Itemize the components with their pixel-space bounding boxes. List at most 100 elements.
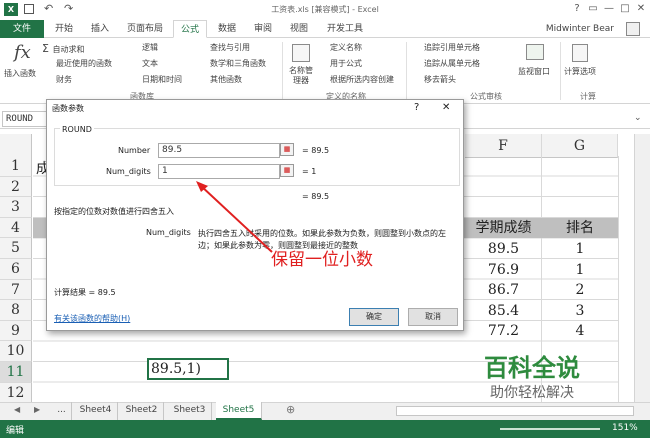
cell-f4[interactable]: 学期成绩 [465,218,542,238]
row-header[interactable]: 3 [0,197,32,218]
calc-options-button[interactable]: 计算选项 [564,66,596,77]
vertical-scrollbar[interactable] [634,134,650,402]
zoom-level[interactable]: 151% [612,423,638,433]
financial-button[interactable]: 财务 [56,74,72,85]
dialog-help-button[interactable]: ? [414,102,419,113]
user-name[interactable]: Midwinter Bear [546,20,614,38]
create-from-selection-button[interactable]: 根据所选内容创建 [330,74,394,85]
ribbon-display-button[interactable]: ▭ [586,3,600,15]
tab-home[interactable]: 开始 [48,20,80,38]
scroll-right-icon[interactable]: ▶ [34,405,40,414]
arg2-result: = 1 [302,167,317,176]
arg1-result: = 89.5 [302,146,330,155]
tab-data[interactable]: 数据 [211,20,243,38]
row-header[interactable]: 5 [0,238,32,259]
sheet-tab-sheet3[interactable]: Sheet3 [168,402,212,420]
cell-f5[interactable]: 89.5 [465,239,542,259]
calc-result: 计算结果 = 89.5 [54,288,116,297]
help-button[interactable]: ? [570,3,584,15]
watch-window-button[interactable]: 监视窗口 [518,66,550,77]
tab-page-layout[interactable]: 页面布局 [120,20,170,38]
insert-function-button[interactable]: 插入函数 [4,68,36,79]
function-name: ROUND [60,125,94,134]
maximize-button[interactable]: □ [618,3,632,15]
more-functions-button[interactable]: 其他函数 [210,74,242,85]
tab-developer[interactable]: 开发工具 [320,20,370,38]
autosum-button[interactable]: Σ 自动求和 [42,42,84,55]
row-header[interactable]: 9 [0,320,32,342]
zoom-slider[interactable] [500,428,600,430]
cell-f8[interactable]: 85.4 [465,301,542,321]
math-trig-button[interactable]: 数学和三角函数 [210,58,266,69]
text-button[interactable]: 文本 [142,58,158,69]
tab-review[interactable]: 审阅 [247,20,279,38]
row-header[interactable]: 6 [0,259,32,280]
ok-button[interactable]: 确定 [349,308,399,326]
cell-g5[interactable]: 1 [542,239,618,259]
row-header[interactable]: 12 [0,382,32,404]
recent-functions-button[interactable]: 最近使用的函数 [56,58,112,69]
row-header[interactable]: 11 [0,362,32,383]
tab-view[interactable]: 视图 [283,20,315,38]
add-sheet-icon[interactable]: ⊕ [286,403,295,416]
cell-g6[interactable]: 1 [542,260,618,280]
row-header[interactable]: 1 [0,156,32,177]
lookup-button[interactable]: 查找与引用 [210,42,250,53]
row-header[interactable]: 4 [0,217,32,239]
ribbon [0,38,650,104]
define-name-button[interactable]: 定义名称 [330,42,362,53]
fx-icon[interactable]: fx [14,42,31,63]
help-link[interactable]: 有关该函数的帮助(H) [54,313,130,324]
autosum-label: 自动求和 [52,45,85,54]
cell-g4[interactable]: 排名 [542,218,618,238]
use-in-formula-button[interactable]: 用于公式 [330,58,362,69]
annotation-text: 保留一位小数 [271,250,373,270]
group-label-calc: 计算 [580,92,596,101]
trace-precedents-button[interactable]: 追踪引用单元格 [424,42,480,53]
column-header-g[interactable]: G [542,134,618,158]
close-button[interactable]: ✕ [634,3,648,15]
row-header[interactable]: 7 [0,279,32,301]
cell-g9[interactable]: 4 [542,321,618,341]
minimize-button[interactable]: — [602,3,616,15]
logical-button[interactable]: 逻辑 [142,42,158,53]
cell-f6[interactable]: 76.9 [465,260,542,280]
horizontal-scrollbar[interactable] [396,406,634,416]
select-all-corner[interactable] [0,134,32,158]
sheet-tab-sheet5[interactable]: Sheet5 [216,402,262,420]
cell-g8[interactable]: 3 [542,301,618,321]
range-select-icon[interactable]: ▦ [280,143,294,156]
column-header-f[interactable]: F [465,134,542,158]
cell-g7[interactable]: 2 [542,280,618,300]
remove-arrows-button[interactable]: 移去箭头 [424,74,456,85]
range-select-icon[interactable]: ▦ [280,164,294,177]
tab-insert[interactable]: 插入 [84,20,116,38]
sheet-tab-more[interactable]: ... [52,402,72,420]
num-digits-input[interactable]: 1 [158,164,280,179]
dialog-close-icon[interactable]: ✕ [442,102,450,113]
sheet-tab-sheet2[interactable]: Sheet2 [120,402,164,420]
avatar[interactable] [626,22,640,36]
scroll-left-icon[interactable]: ◀ [14,405,20,414]
calc-options-icon[interactable] [572,44,588,62]
active-edit-cell[interactable]: 89.5,1) [147,358,229,380]
tab-formulas[interactable]: 公式 [173,20,207,38]
name-manager-icon[interactable] [292,44,310,62]
tab-file[interactable]: 文件 [0,20,44,38]
cancel-button[interactable]: 取消 [408,308,458,326]
row-header[interactable]: 10 [0,341,32,362]
total-result: = 89.5 [302,192,330,201]
formula-bar-expand-icon[interactable]: ⌄ [634,113,642,123]
watch-window-icon[interactable] [526,44,544,60]
name-manager-button[interactable]: 名称管理器 [286,66,316,86]
status-mode: 编辑 [6,426,25,436]
number-input[interactable]: 89.5 [158,143,280,158]
cell-f7[interactable]: 86.7 [465,280,542,300]
watermark-logo: 百科全说 [484,354,580,382]
datetime-button[interactable]: 日期和时间 [142,74,182,85]
cell-f9[interactable]: 77.2 [465,321,542,341]
row-header[interactable]: 2 [0,176,32,198]
sheet-tab-sheet4[interactable]: Sheet4 [74,402,118,420]
trace-dependents-button[interactable]: 追踪从属单元格 [424,58,480,69]
row-header[interactable]: 8 [0,300,32,321]
